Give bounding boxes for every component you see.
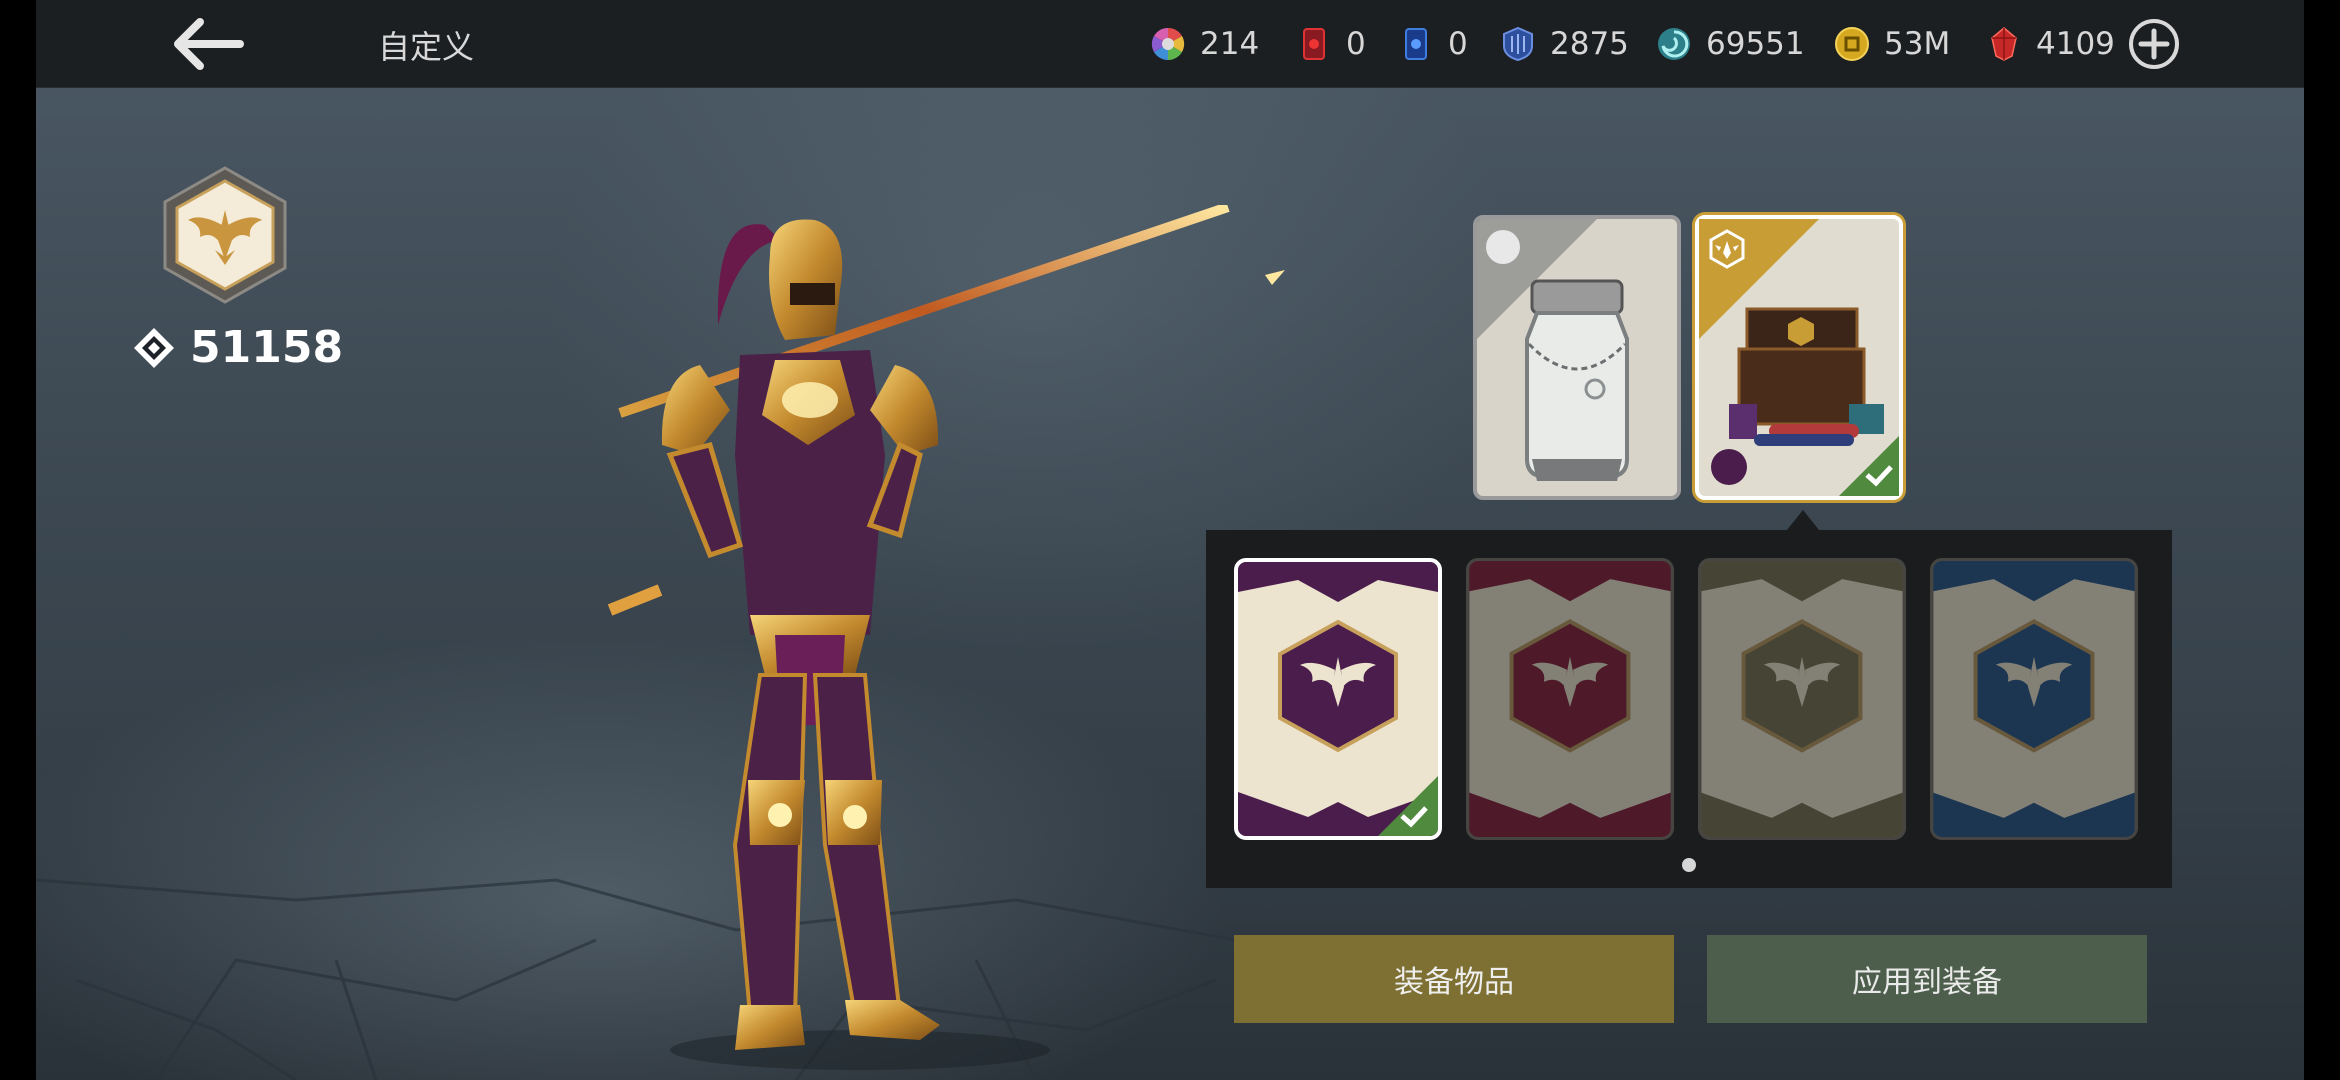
treasure-chest-icon bbox=[1699, 219, 1899, 496]
gold-coin-icon bbox=[1835, 27, 1869, 61]
item-card-glass-jar[interactable] bbox=[1473, 215, 1681, 500]
multicolor-orb-icon bbox=[1151, 27, 1185, 61]
add-currency-plus-icon[interactable] bbox=[2128, 18, 2180, 70]
currency-value: 0 bbox=[1346, 26, 1366, 62]
currency-blue-card: 0 bbox=[1398, 20, 1468, 68]
banner-numeral: IIII bbox=[2021, 806, 2046, 825]
currency-value: 53M bbox=[1884, 26, 1951, 62]
eagle-banner-icon: IIII bbox=[1933, 561, 2135, 837]
equip-item-button[interactable]: 装备物品 bbox=[1234, 935, 1674, 1023]
score-value: 51158 bbox=[190, 322, 344, 373]
armored-knight-character bbox=[607, 205, 1285, 1070]
eagle-banner-icon: II bbox=[1469, 561, 1671, 837]
apply-to-gear-button[interactable]: 应用到装备 bbox=[1707, 935, 2147, 1023]
currency-gold-coin: 53M bbox=[1834, 20, 1950, 68]
banner-numeral: II bbox=[1564, 806, 1577, 825]
item-card-treasure-chest[interactable] bbox=[1695, 215, 1903, 500]
selection-pointer bbox=[1787, 510, 1819, 530]
diamond-rank-icon bbox=[134, 327, 174, 368]
eagle-banner-icon: III bbox=[1701, 561, 1903, 837]
blue-card-icon bbox=[1405, 28, 1427, 60]
currency-value: 0 bbox=[1448, 26, 1468, 62]
banner-numeral: III bbox=[1792, 806, 1811, 825]
currency-red-gem: 4109 bbox=[1986, 20, 2115, 68]
glass-jar-icon bbox=[1477, 219, 1629, 481]
banner-variant-4[interactable]: IIII bbox=[1930, 558, 2138, 840]
currency-multicolor-orb: 214 bbox=[1150, 20, 1259, 68]
banner-numeral: I bbox=[1335, 805, 1341, 824]
banner-variant-2[interactable]: II bbox=[1466, 558, 1674, 840]
currency-value: 2875 bbox=[1550, 26, 1629, 62]
currency-value: 4109 bbox=[2036, 26, 2115, 62]
faction-emblem-icon bbox=[163, 166, 287, 304]
pagination-dot[interactable] bbox=[1682, 858, 1696, 872]
teal-swirl-icon bbox=[1658, 28, 1690, 60]
red-card-icon bbox=[1303, 28, 1325, 60]
blue-shield-icon bbox=[1503, 26, 1533, 62]
currency-blue-shield: 2875 bbox=[1500, 20, 1629, 68]
page-title: 自定义 bbox=[378, 28, 475, 66]
currency-red-card: 0 bbox=[1296, 20, 1366, 68]
eagle-banner-icon: I bbox=[1238, 562, 1438, 836]
red-gem-icon bbox=[1991, 27, 2017, 61]
banner-variant-1[interactable]: I bbox=[1234, 558, 1442, 840]
player-score: 51158 bbox=[132, 322, 343, 373]
back-arrow-icon[interactable] bbox=[170, 16, 246, 72]
currency-teal-swirl: 69551 bbox=[1656, 20, 1805, 68]
currency-value: 214 bbox=[1200, 26, 1260, 62]
banner-variant-3[interactable]: III bbox=[1698, 558, 1906, 840]
banner-selection-panel: I II III IIII bbox=[1206, 530, 2172, 888]
currency-value: 69551 bbox=[1706, 26, 1805, 62]
